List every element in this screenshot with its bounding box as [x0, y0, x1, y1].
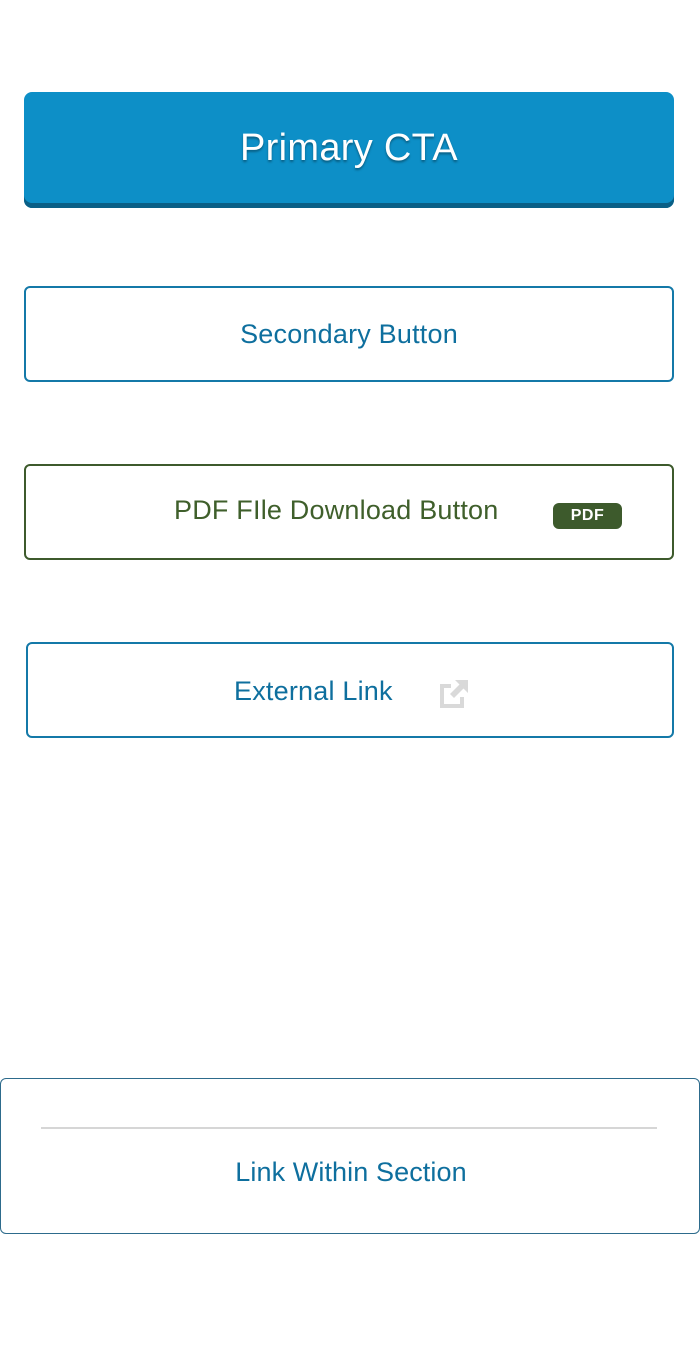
external-link-label: External Link — [234, 676, 393, 706]
secondary-button-label: Secondary Button — [240, 318, 458, 349]
external-link-icon — [436, 676, 472, 712]
primary-cta-button[interactable]: Primary CTA — [24, 92, 674, 208]
external-link-button[interactable]: External Link — [26, 642, 674, 738]
pdf-download-button[interactable]: PDF FIle Download Button PDF — [24, 464, 674, 560]
page: Primary CTA Secondary Button PDF FIle Do… — [0, 0, 700, 1362]
secondary-button[interactable]: Secondary Button — [24, 286, 674, 382]
section-divider — [41, 1127, 657, 1129]
section-container: Link Within Section — [0, 1078, 700, 1234]
pdf-badge: PDF — [553, 503, 622, 529]
pdf-download-label: PDF FIle Download Button — [174, 495, 499, 525]
link-within-section[interactable]: Link Within Section — [1, 1157, 700, 1188]
primary-cta-label: Primary CTA — [240, 126, 458, 169]
